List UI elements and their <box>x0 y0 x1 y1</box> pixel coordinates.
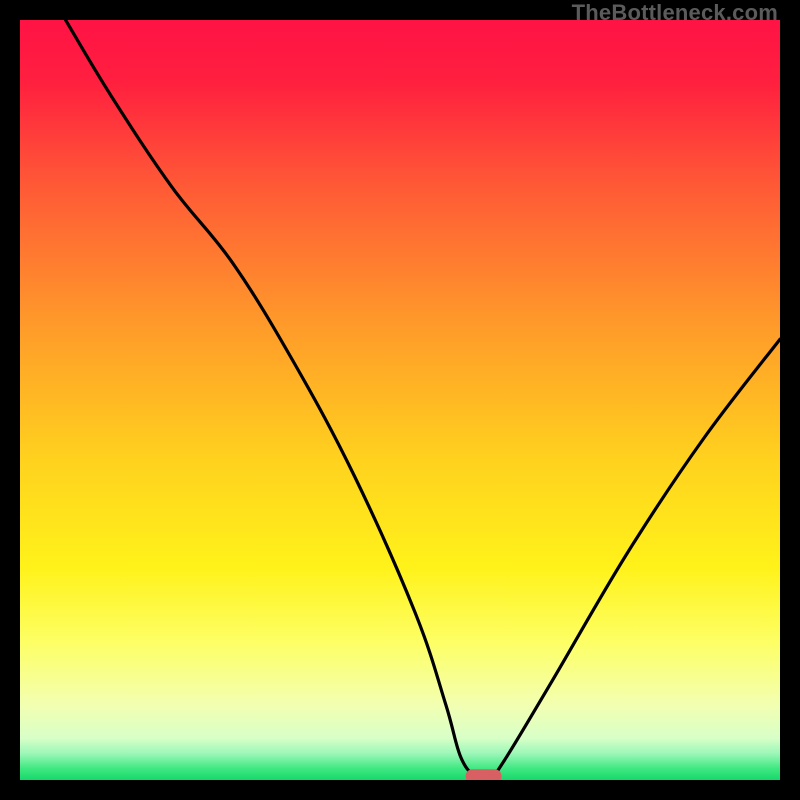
watermark-text: TheBottleneck.com <box>572 0 778 26</box>
bottleneck-chart <box>20 20 780 780</box>
optimal-marker <box>466 769 502 780</box>
